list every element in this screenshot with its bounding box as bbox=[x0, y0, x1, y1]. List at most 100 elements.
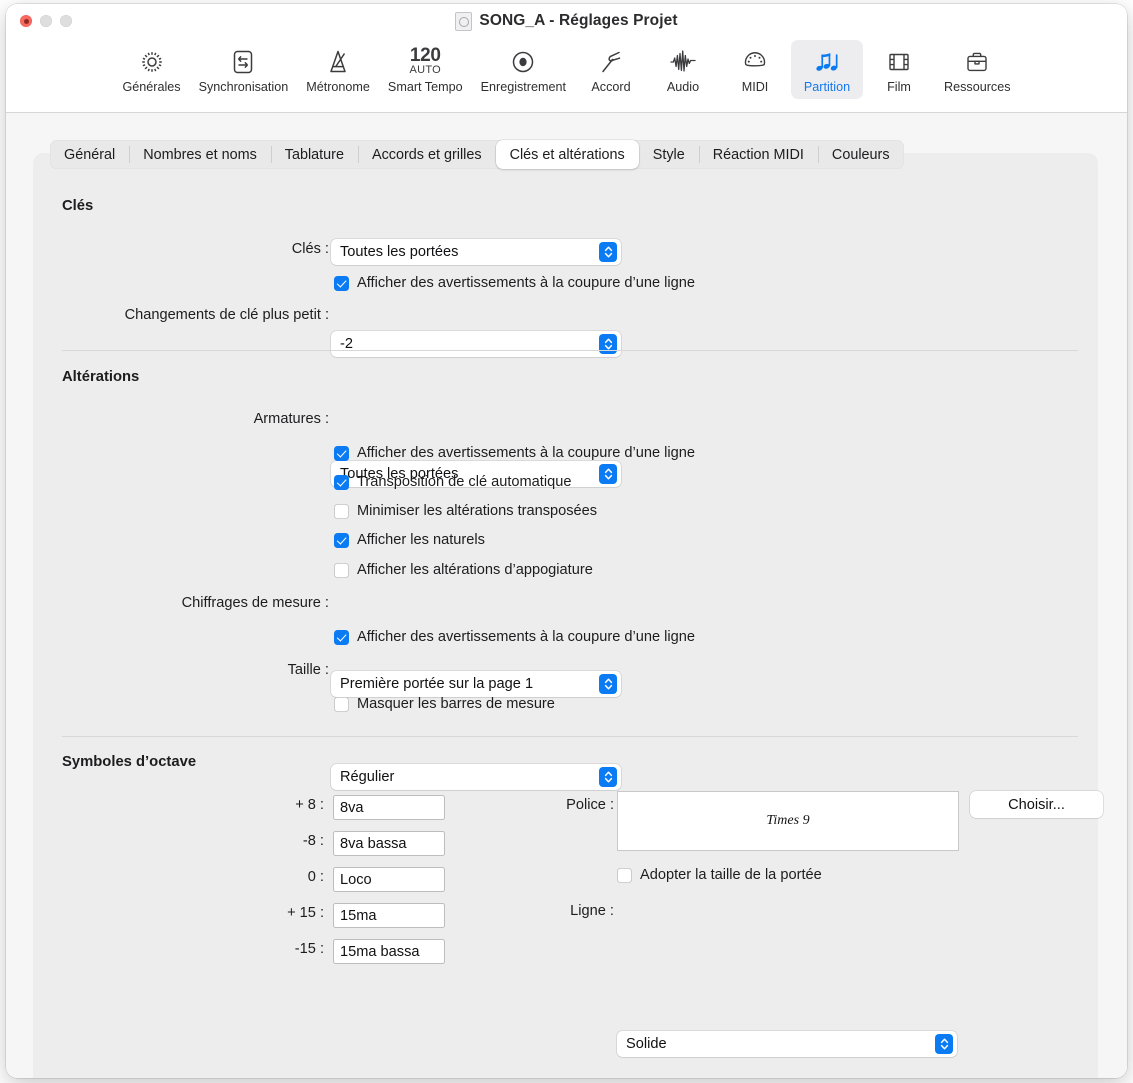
toolbar-item-ressources[interactable]: Ressources bbox=[935, 40, 1020, 99]
tab-couleurs[interactable]: Couleurs bbox=[818, 140, 904, 169]
chiffrages-popup[interactable]: Première portée sur la page 1 bbox=[331, 671, 621, 697]
ligne-popup[interactable]: Solide bbox=[617, 1031, 957, 1057]
toolbar-item-enregistrement[interactable]: Enregistrement bbox=[472, 40, 575, 99]
adopter-taille-checkbox-row[interactable]: Adopter la taille de la portée bbox=[617, 867, 822, 883]
cles-warning-checkbox[interactable] bbox=[334, 276, 349, 291]
tab-label: Clés et altérations bbox=[510, 147, 625, 163]
chevron-updown-icon[interactable] bbox=[599, 464, 617, 484]
music-notes-icon bbox=[813, 46, 841, 77]
chiffrages-label-row: Chiffrages de mesure : bbox=[34, 595, 329, 611]
octave-value-4: 15ma bassa bbox=[340, 944, 420, 960]
sync-arrows-icon bbox=[230, 46, 256, 77]
toolbar-item-partition[interactable]: Partition bbox=[791, 40, 863, 99]
tab-label: Tablature bbox=[285, 147, 344, 163]
film-strip-icon bbox=[886, 46, 912, 77]
tab-nombres-et-noms[interactable]: Nombres et noms bbox=[129, 140, 271, 169]
tuning-fork-icon bbox=[598, 46, 624, 77]
tab-reaction-midi[interactable]: Réaction MIDI bbox=[699, 140, 818, 169]
briefcase-icon bbox=[964, 46, 990, 77]
chevron-updown-icon[interactable] bbox=[935, 1034, 953, 1054]
toolbar-item-metronome[interactable]: Métronome bbox=[297, 40, 379, 99]
octave-label-3: + 15 : bbox=[287, 905, 324, 921]
tab-accords-et-grilles[interactable]: Accords et grilles bbox=[358, 140, 496, 169]
octave-value-2: Loco bbox=[340, 872, 372, 888]
choisir-button[interactable]: Choisir... bbox=[970, 791, 1103, 818]
masquer-barres-checkbox-row[interactable]: Masquer les barres de mesure bbox=[334, 696, 555, 712]
toolbar-item-audio[interactable]: Audio bbox=[647, 40, 719, 99]
octave-input-plus15[interactable]: 15ma bbox=[333, 903, 445, 928]
tab-label: Réaction MIDI bbox=[713, 147, 804, 163]
font-preview-value: Times 9 bbox=[766, 813, 809, 829]
ligne-popup-value: Solide bbox=[617, 1036, 667, 1052]
chevron-updown-icon[interactable] bbox=[599, 334, 617, 354]
octave-label-row-0: + 8 : bbox=[34, 797, 324, 813]
toolbar-item-synchronisation[interactable]: Synchronisation bbox=[190, 40, 298, 99]
tab-label: Accords et grilles bbox=[372, 147, 482, 163]
settings-toolbar: Générales Synchronisation Métronome bbox=[6, 38, 1127, 113]
chevron-updown-icon[interactable] bbox=[599, 767, 617, 787]
toolbar-item-generales[interactable]: Générales bbox=[114, 40, 190, 99]
adopter-taille-checkbox[interactable] bbox=[617, 868, 632, 883]
alterations-checkbox-3[interactable] bbox=[334, 533, 349, 548]
octave-input-minus8[interactable]: 8va bassa bbox=[333, 831, 445, 856]
window-titlebar: SONG_A - Réglages Projet bbox=[6, 4, 1127, 38]
chiffrages-warning-checkbox-row[interactable]: Afficher des avertissements à la coupure… bbox=[334, 629, 695, 645]
alterations-checkbox-1[interactable] bbox=[334, 475, 349, 490]
toolbar-item-midi[interactable]: MIDI bbox=[719, 40, 791, 99]
tab-tablature[interactable]: Tablature bbox=[271, 140, 358, 169]
chevron-updown-icon[interactable] bbox=[599, 242, 617, 262]
alterations-check-row-1[interactable]: Transposition de clé automatique bbox=[334, 474, 571, 490]
alterations-check-row-4[interactable]: Afficher les altérations d’appogiature bbox=[334, 562, 593, 578]
tab-label: Couleurs bbox=[832, 147, 890, 163]
cles-popup-value: Toutes les portées bbox=[331, 244, 458, 260]
tempo-120-auto-icon: 120 AUTO bbox=[409, 46, 441, 77]
octave-input-plus8[interactable]: 8va bbox=[333, 795, 445, 820]
window-controls bbox=[20, 15, 72, 27]
cles-warning-checkbox-row[interactable]: Afficher des avertissements à la coupure… bbox=[334, 275, 695, 291]
window-title: SONG_A - Réglages Projet bbox=[479, 12, 677, 30]
alterations-checkbox-2[interactable] bbox=[334, 504, 349, 519]
alterations-checkbox-0[interactable] bbox=[334, 446, 349, 461]
cles-popup[interactable]: Toutes les portées bbox=[331, 239, 621, 265]
tab-cles-et-alterations[interactable]: Clés et altérations bbox=[496, 140, 639, 169]
close-button[interactable] bbox=[20, 15, 32, 27]
taille-popup-value: Régulier bbox=[331, 769, 394, 785]
midi-port-icon bbox=[741, 46, 769, 77]
octave-label-row-4: -15 : bbox=[34, 941, 324, 957]
alterations-check-label-1: Transposition de clé automatique bbox=[357, 474, 571, 490]
zoom-button[interactable] bbox=[60, 15, 72, 27]
toolbar-label: Enregistrement bbox=[481, 80, 566, 94]
tab-label: Général bbox=[64, 147, 115, 163]
masquer-barres-checkbox[interactable] bbox=[334, 697, 349, 712]
alterations-check-row-2[interactable]: Minimiser les altérations transposées bbox=[334, 503, 597, 519]
alterations-check-row-0[interactable]: Afficher des avertissements à la coupure… bbox=[334, 445, 695, 461]
toolbar-label: MIDI bbox=[742, 80, 769, 94]
octave-input-minus15[interactable]: 15ma bassa bbox=[333, 939, 445, 964]
alterations-check-row-3[interactable]: Afficher les naturels bbox=[334, 532, 485, 548]
section-title-alterations: Altérations bbox=[62, 369, 139, 385]
font-preview-well[interactable]: Times 9 bbox=[617, 791, 959, 851]
tab-general[interactable]: Général bbox=[50, 140, 129, 169]
chiffrages-warning-checkbox[interactable] bbox=[334, 630, 349, 645]
metronome-icon bbox=[325, 46, 351, 77]
minimize-button[interactable] bbox=[40, 15, 52, 27]
taille-popup[interactable]: Régulier bbox=[331, 764, 621, 790]
masquer-barres-label: Masquer les barres de mesure bbox=[357, 696, 555, 712]
settings-panel: Clés Clés : Toutes les portées Afficher … bbox=[34, 154, 1097, 1078]
alterations-checkbox-4[interactable] bbox=[334, 563, 349, 578]
toolbar-item-accord[interactable]: Accord bbox=[575, 40, 647, 99]
project-settings-window: SONG_A - Réglages Projet Générales bbox=[6, 4, 1127, 1078]
toolbar-item-film[interactable]: Film bbox=[863, 40, 935, 99]
tab-style[interactable]: Style bbox=[639, 140, 699, 169]
toolbar-item-smart-tempo[interactable]: 120 AUTO Smart Tempo bbox=[379, 40, 472, 99]
alterations-check-label-3: Afficher les naturels bbox=[357, 532, 485, 548]
record-circle-icon bbox=[509, 46, 537, 77]
tempo-auto-label: AUTO bbox=[409, 64, 441, 76]
chevron-updown-icon[interactable] bbox=[599, 674, 617, 694]
ligne-label: Ligne : bbox=[570, 903, 614, 919]
ligne-label-row: Ligne : bbox=[484, 903, 614, 919]
choisir-button-label: Choisir... bbox=[1008, 797, 1065, 813]
changements-popup[interactable]: -2 bbox=[331, 331, 621, 357]
octave-value-3: 15ma bbox=[340, 908, 377, 924]
octave-input-zero[interactable]: Loco bbox=[333, 867, 445, 892]
